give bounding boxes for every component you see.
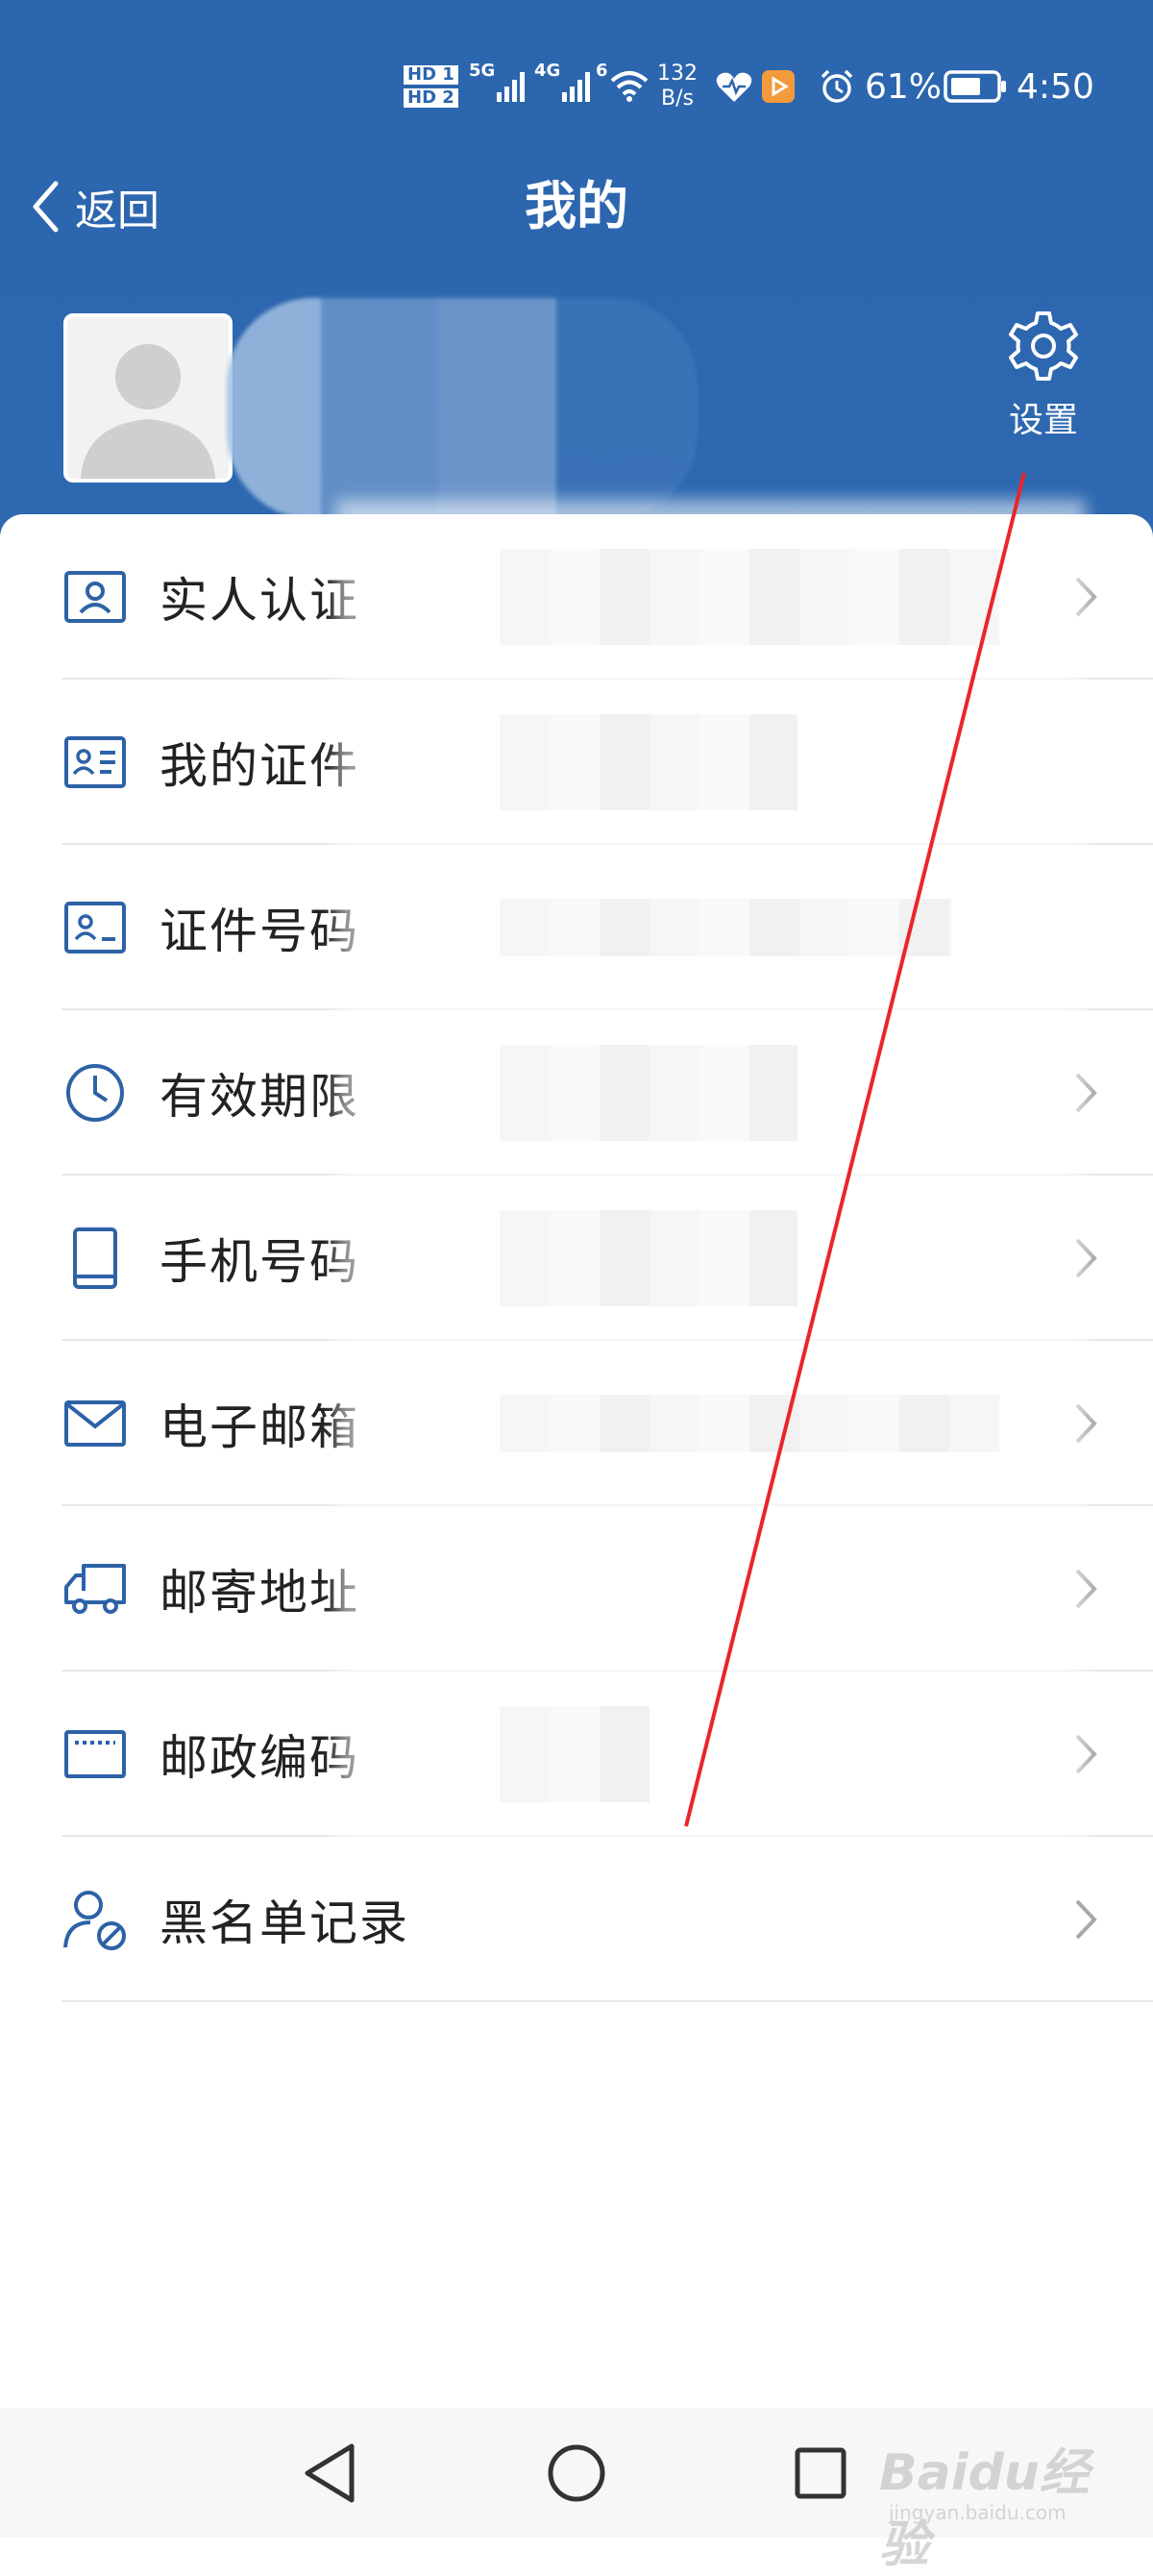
wifi-indicator: 6 — [596, 48, 650, 125]
back-label: 返回 — [75, 186, 159, 235]
default-avatar-icon — [81, 344, 215, 479]
menu-item-label: 有效期限 — [159, 1069, 359, 1125]
net-speed-unit: B/s — [661, 87, 694, 111]
menu-item-id-number[interactable]: 证件号码 — [0, 845, 1153, 1010]
phone-icon — [61, 1225, 129, 1292]
masked-value — [500, 1210, 797, 1306]
sim2-label: HD 2 — [404, 88, 458, 108]
sim-indicators: HD 1 HD 2 — [404, 48, 458, 125]
masked-value — [500, 549, 999, 645]
mail-icon — [61, 1390, 129, 1457]
circle-home-icon — [548, 2444, 605, 2502]
menu-item-phone[interactable]: 手机号码 — [0, 1176, 1153, 1341]
masked-value — [500, 1045, 797, 1141]
menu-item-blacklist[interactable]: 黑名单记录 — [0, 1837, 1153, 2002]
menu-item-label: 邮寄地址 — [159, 1565, 359, 1621]
menu-item-mailing-address[interactable]: 邮寄地址 — [0, 1506, 1153, 1672]
nav-recents-button[interactable] — [782, 2435, 859, 2512]
menu-item-postcode[interactable]: 邮政编码 — [0, 1672, 1153, 1837]
nav-bar: 我的 返回 — [0, 163, 1153, 250]
masked-value — [500, 1395, 999, 1452]
net-speed-value: 132 — [657, 62, 698, 86]
signal-4g: 4G — [534, 48, 595, 125]
square-recents-icon — [795, 2447, 846, 2499]
gear-icon — [1009, 311, 1078, 381]
menu-item-my-documents[interactable]: 我的证件 — [0, 680, 1153, 845]
id-card-number-icon — [61, 894, 129, 961]
wifi-gen-label: 6 — [596, 61, 608, 81]
heart-health-icon — [715, 48, 753, 125]
masked-user-info — [227, 298, 698, 519]
chevron-left-icon — [33, 181, 59, 233]
battery-icon — [944, 48, 1007, 125]
net-speed: 132 B/s — [657, 48, 698, 125]
menu-item-email[interactable]: 电子邮箱 — [0, 1341, 1153, 1506]
back-button[interactable]: 返回 — [31, 163, 159, 250]
signal-bars-icon — [562, 72, 591, 102]
nav-back-button[interactable] — [292, 2435, 369, 2512]
menu-item-label: 证件号码 — [159, 904, 359, 959]
baidu-watermark: Baidu经验 jingyan.baidu.com — [879, 2413, 1139, 2574]
alarm-icon — [819, 48, 855, 125]
signal-5g: 5G — [469, 48, 529, 125]
menu-item-label: 我的证件 — [159, 738, 359, 794]
profile-section: 设置 — [0, 298, 1153, 519]
chevron-right-icon — [1074, 1402, 1097, 1445]
clock-icon — [61, 1059, 129, 1127]
avatar[interactable] — [63, 313, 233, 483]
menu-item-label: 实人认证 — [159, 573, 359, 629]
masked-value — [500, 714, 797, 810]
net1-label: 5G — [469, 61, 496, 81]
postcode-icon — [61, 1721, 129, 1788]
signal-bars-icon — [497, 72, 526, 102]
battery-percent: 61% — [865, 66, 943, 107]
chevron-right-icon — [1074, 1072, 1097, 1114]
divider — [61, 2000, 1153, 2002]
chevron-right-icon — [1074, 1237, 1097, 1279]
menu-item-label: 黑名单记录 — [159, 1895, 409, 1951]
menu-item-validity[interactable]: 有效期限 — [0, 1010, 1153, 1176]
status-bar: HD 1 HD 2 5G 4G 6 132 B/s 61% 4:50 — [0, 48, 1153, 125]
menu-item-label: 电子邮箱 — [159, 1399, 359, 1455]
page-title: 我的 — [525, 176, 628, 236]
menu-card: 实人认证 我的证件 证件号码 有效期限 手机号码 电子邮箱 邮寄地址 邮政编码 … — [0, 514, 1153, 2408]
id-card-lines-icon — [61, 729, 129, 796]
net2-label: 4G — [534, 61, 561, 81]
watermark-sub: jingyan.baidu.com — [889, 2501, 1067, 2524]
user-blocked-icon — [61, 1886, 129, 1953]
id-card-person-icon — [61, 563, 129, 631]
chevron-right-icon — [1074, 576, 1097, 618]
triangle-back-icon — [305, 2443, 355, 2503]
truck-icon — [61, 1555, 129, 1622]
sim1-label: HD 1 — [404, 65, 458, 85]
settings-button[interactable]: 设置 — [995, 308, 1092, 461]
masked-value — [500, 1706, 650, 1802]
menu-item-label: 邮政编码 — [159, 1730, 359, 1786]
masked-value — [500, 899, 951, 956]
nav-home-button[interactable] — [538, 2435, 615, 2512]
chevron-right-icon — [1074, 1568, 1097, 1610]
chevron-right-icon — [1074, 1733, 1097, 1775]
chevron-right-icon — [1074, 1898, 1097, 1941]
wifi-icon — [610, 71, 648, 102]
menu-item-real-name-auth[interactable]: 实人认证 — [0, 514, 1153, 680]
settings-label: 设置 — [1008, 401, 1078, 440]
menu-item-label: 手机号码 — [159, 1234, 359, 1290]
clock-time: 4:50 — [1017, 66, 1094, 107]
video-app-icon — [761, 48, 796, 125]
